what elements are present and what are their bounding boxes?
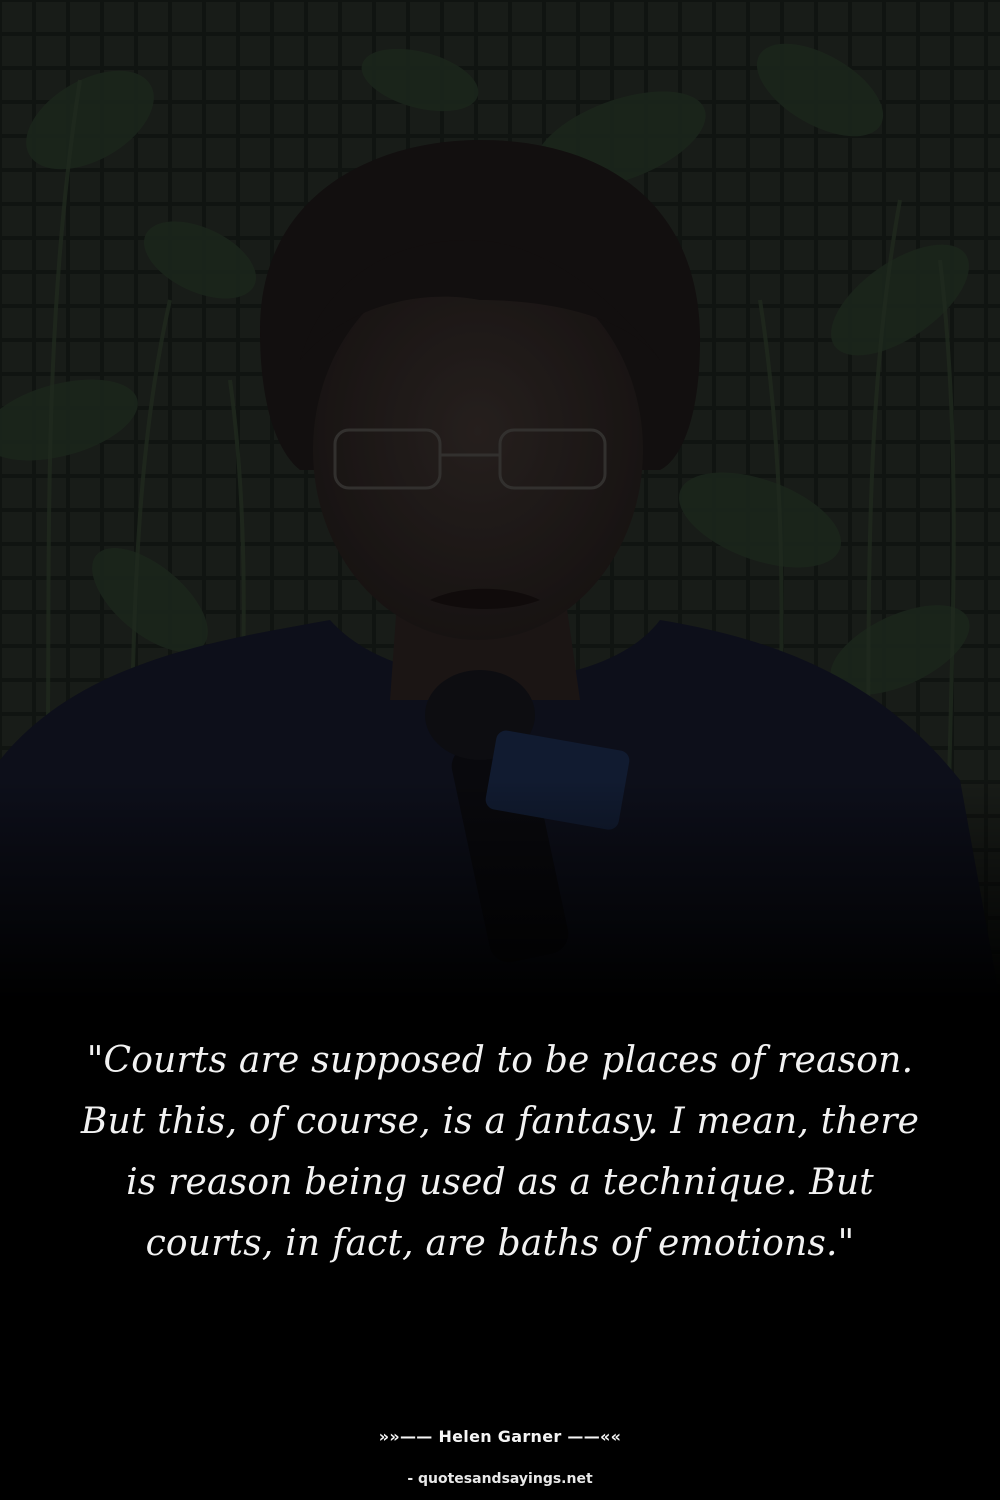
- photo-fade-overlay: [0, 0, 1000, 1000]
- background-photo: [0, 0, 1000, 1000]
- quote-text: "Courts are supposed to be places of rea…: [80, 1040, 920, 1264]
- source-website: - quotesandsayings.net: [407, 1471, 593, 1487]
- quote-poster: "Courts are supposed to be places of rea…: [0, 0, 1000, 1500]
- quote-author: »»—— Helen Garner ——««: [378, 1427, 622, 1446]
